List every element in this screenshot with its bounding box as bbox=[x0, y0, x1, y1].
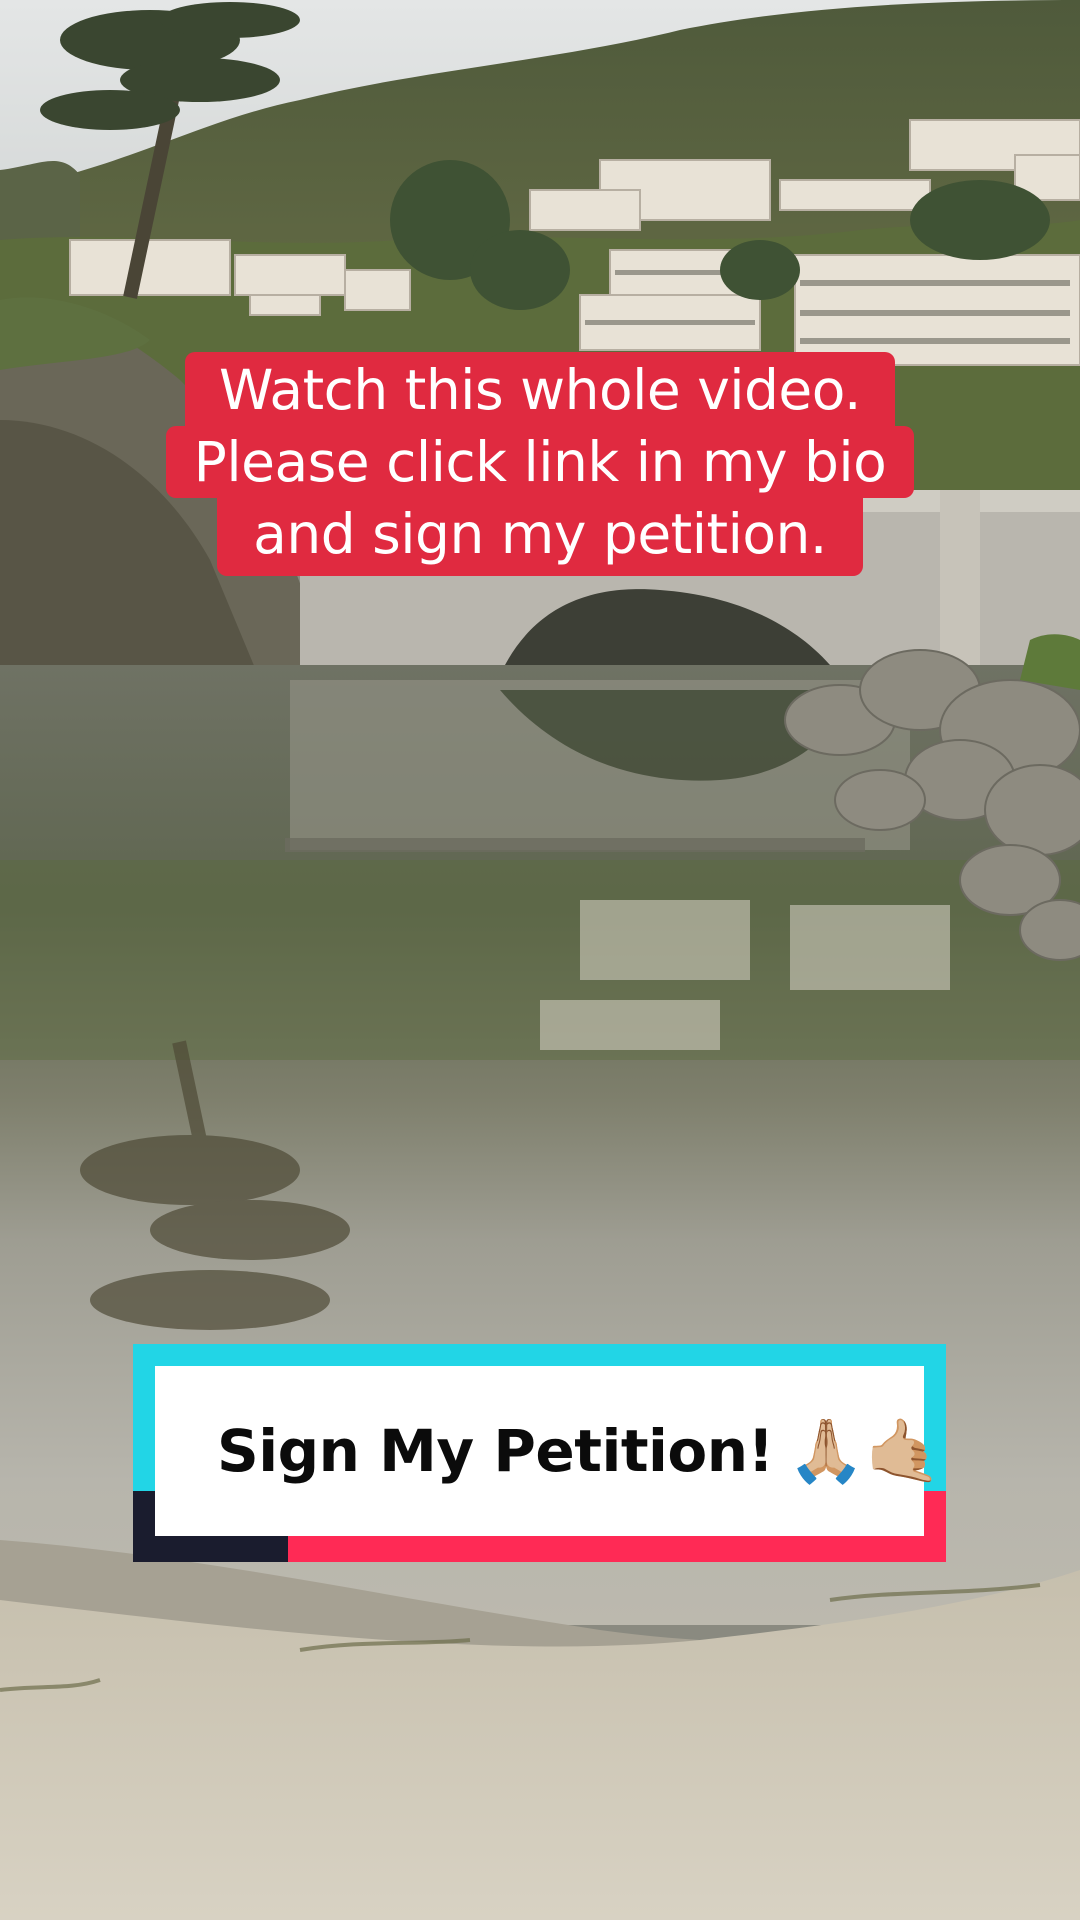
caption-line-3: and sign my petition. bbox=[217, 498, 863, 576]
caption-line-1: Watch this whole video. bbox=[185, 352, 895, 426]
banner-title: Sign My Petition! bbox=[217, 1417, 774, 1485]
caption-line-2: Please click link in my bio bbox=[165, 426, 915, 498]
background-photo bbox=[0, 0, 1080, 1920]
banner-card: Sign My Petition! 🙏🏼🤙🏼 bbox=[155, 1366, 942, 1536]
praying-hands-call-me-emoji: 🙏🏼🤙🏼 bbox=[787, 1414, 942, 1487]
petition-banner: Sign My Petition! 🙏🏼🤙🏼 bbox=[133, 1344, 946, 1562]
caption-overlay: Watch this whole video. Please click lin… bbox=[0, 352, 1080, 576]
